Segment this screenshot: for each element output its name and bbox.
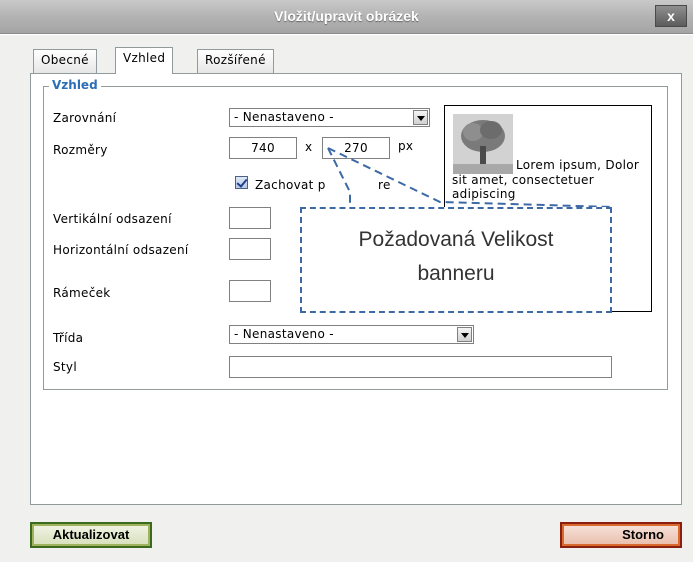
callout-line-1: Požadovaná Velikost (358, 228, 554, 251)
annotation-callout: Požadovaná Velikost banneru (300, 207, 612, 313)
callout-line-2: banneru (417, 262, 495, 285)
